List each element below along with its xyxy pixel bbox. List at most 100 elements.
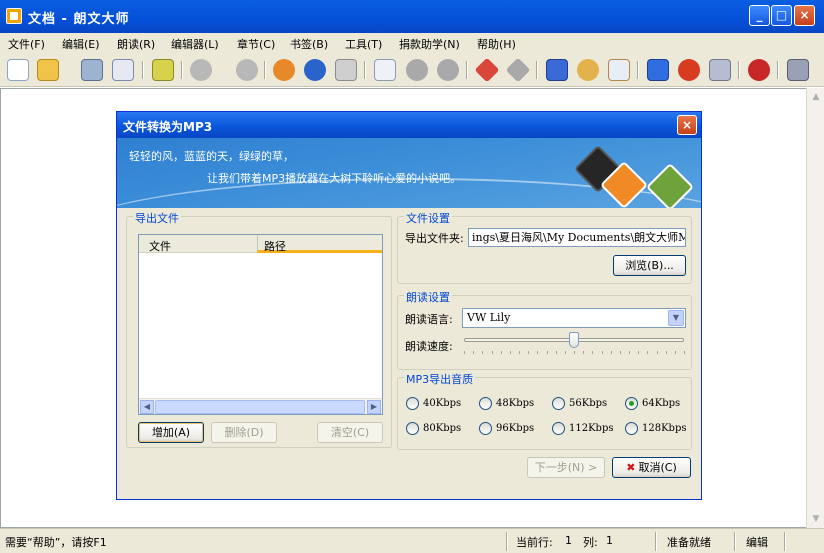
language-label: 朗读语言: xyxy=(405,313,453,326)
voices-icon[interactable] xyxy=(273,59,295,81)
menu-help[interactable]: 帮助(H) xyxy=(477,36,516,52)
font-icon[interactable] xyxy=(546,59,568,81)
donate-icon[interactable] xyxy=(748,59,770,81)
maximize-button[interactable]: □ xyxy=(771,5,792,26)
banner-line-1: 轻轻的风，蓝蓝的天，绿绿的草， xyxy=(129,150,294,163)
menu-edit[interactable]: 编辑(E) xyxy=(62,36,100,52)
speed-tick xyxy=(500,351,502,354)
up-icon[interactable] xyxy=(406,59,428,81)
window-titlebar: 文档 - 朗文大师 _ □ × xyxy=(0,0,824,33)
menu-donate[interactable]: 捐款助学(N) xyxy=(399,36,460,52)
speed-slider[interactable] xyxy=(462,332,686,362)
cancel-button[interactable]: ✖ 取消(C) xyxy=(612,457,691,478)
status-row-value: 1 xyxy=(565,534,572,547)
speed-tick xyxy=(601,351,603,354)
open-folder-icon[interactable] xyxy=(37,59,59,81)
save-icon[interactable] xyxy=(81,59,103,81)
speed-icon[interactable] xyxy=(304,59,326,81)
menu-bar: 文件(F) 编辑(E) 朗读(R) 编辑器(L) 章节(C) 书签(B) 工具(… xyxy=(0,33,824,53)
play-icon[interactable] xyxy=(190,59,212,81)
exit-icon[interactable] xyxy=(709,59,731,81)
speed-tick xyxy=(564,351,566,354)
chevron-down-icon[interactable]: ▼ xyxy=(668,310,684,326)
window-title: 文档 - 朗文大师 xyxy=(28,12,130,27)
clear-button[interactable]: 清空(C) xyxy=(317,422,383,443)
alarm-icon[interactable] xyxy=(678,59,700,81)
speed-tick xyxy=(519,351,520,354)
export-folder-label: 导出文件夹: xyxy=(405,232,464,245)
toolbar xyxy=(0,53,824,87)
menu-file[interactable]: 文件(F) xyxy=(8,36,45,52)
col-file[interactable]: 文件 xyxy=(149,238,171,254)
menu-bookmark[interactable]: 书签(B) xyxy=(290,36,328,52)
volume-icon[interactable] xyxy=(335,59,357,81)
menu-tools[interactable]: 工具(T) xyxy=(345,36,382,52)
edit-doc-icon[interactable] xyxy=(112,59,134,81)
delete-button[interactable]: 删除(D) xyxy=(211,422,277,443)
dialog-banner: 轻轻的风，蓝蓝的天，绿绿的草， 让我们带着MP3播放器在大树下聆听心爱的小说吧。 xyxy=(117,138,701,208)
status-hint: 需要“帮助”，请按F1 xyxy=(5,536,107,549)
speed-tick xyxy=(638,351,640,354)
new-file-icon[interactable] xyxy=(7,59,29,81)
speed-tick xyxy=(610,351,612,354)
bookmark-icon[interactable] xyxy=(474,57,500,83)
read-settings-title: 朗读设置 xyxy=(404,289,452,305)
book-icon[interactable] xyxy=(608,59,630,81)
dialog-title: 文件转换为MP3 xyxy=(123,120,213,134)
language-select[interactable]: VW Lily ▼ xyxy=(462,308,686,328)
status-col-value: 1 xyxy=(606,534,613,547)
speed-tick xyxy=(509,351,511,354)
speed-tick xyxy=(629,351,630,354)
speed-tick xyxy=(619,351,621,354)
status-mode: 编辑 xyxy=(746,536,768,549)
file-list-hscroll[interactable]: ◀ ▶ xyxy=(139,398,382,414)
cancel-x-icon: ✖ xyxy=(626,461,636,474)
file-settings-title: 文件设置 xyxy=(404,210,452,226)
vertical-scrollbar[interactable]: ▲ ▼ xyxy=(806,88,824,528)
minimize-button[interactable]: _ xyxy=(749,5,770,26)
mp3-quality-group: MP3导出音质 40Kbps 48Kbps 56Kbps 64Kbps 80Kb… xyxy=(397,371,692,450)
convert-icon[interactable] xyxy=(152,59,174,81)
bookmark-gray-icon[interactable] xyxy=(505,57,531,83)
scroll-thumb[interactable] xyxy=(155,400,365,414)
status-col-label: 列: xyxy=(583,536,598,549)
speed-tick xyxy=(464,351,465,354)
scroll-down-icon[interactable]: ▼ xyxy=(809,512,823,526)
export-files-title: 导出文件 xyxy=(133,210,181,226)
speed-tick xyxy=(684,351,685,354)
menu-read[interactable]: 朗读(R) xyxy=(117,36,155,52)
speed-tick xyxy=(473,351,475,354)
window-icon[interactable] xyxy=(647,59,669,81)
stop-icon[interactable] xyxy=(236,59,258,81)
convert-mp3-dialog: 文件转换为MP3 × 轻轻的风，蓝蓝的天，绿绿的草， 让我们带着MP3播放器在大… xyxy=(116,111,702,500)
scroll-up-icon[interactable]: ▲ xyxy=(809,90,823,104)
scroll-left-icon[interactable]: ◀ xyxy=(140,400,154,414)
file-list-header: 文件 路径 xyxy=(139,235,382,253)
menu-editor[interactable]: 编辑器(L) xyxy=(171,36,219,52)
app-icon xyxy=(6,8,22,24)
menu-chapter[interactable]: 章节(C) xyxy=(237,36,275,52)
scroll-right-icon[interactable]: ▶ xyxy=(367,400,381,414)
help-icon[interactable] xyxy=(787,59,809,81)
close-button[interactable]: × xyxy=(794,5,815,26)
status-bar: 需要“帮助”，请按F1 当前行: 1 列: 1 准备就绪 编辑 xyxy=(0,528,824,553)
browse-button[interactable]: 浏览(B)... xyxy=(613,255,686,276)
add-button[interactable]: 增加(A) xyxy=(138,422,204,443)
file-list[interactable]: 文件 路径 ◀ ▶ xyxy=(138,234,383,415)
speed-tick xyxy=(647,351,649,354)
list-icon[interactable] xyxy=(374,59,396,81)
next-button[interactable]: 下一步(N) > xyxy=(527,457,605,478)
mp3-quality-title: MP3导出音质 xyxy=(404,371,476,387)
speed-tick xyxy=(665,351,667,354)
col-path-header[interactable]: 路径 xyxy=(257,235,382,253)
status-row-label: 当前行: xyxy=(516,536,553,549)
down-icon[interactable] xyxy=(437,59,459,81)
status-state: 准备就绪 xyxy=(667,536,711,549)
speed-thumb[interactable] xyxy=(569,332,579,348)
palette-icon[interactable] xyxy=(577,59,599,81)
dialog-close-button[interactable]: × xyxy=(677,115,697,135)
read-settings-group: 朗读设置 朗读语言: VW Lily ▼ 朗读速度: xyxy=(397,289,692,370)
export-folder-input[interactable]: ings\夏日海风\My Documents\朗文大师MP3\ xyxy=(468,228,686,247)
speed-tick xyxy=(674,351,676,354)
banner-line-2: 让我们带着MP3播放器在大树下聆听心爱的小说吧。 xyxy=(207,172,462,185)
